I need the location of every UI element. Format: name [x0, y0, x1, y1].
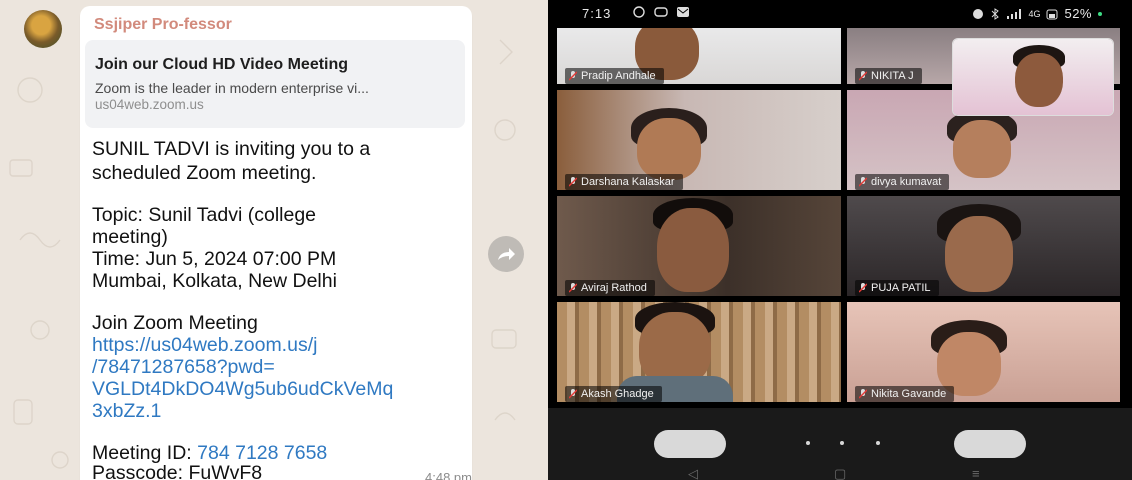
active-dot	[1098, 11, 1102, 16]
participant-name: PUJA PATIL	[871, 282, 931, 294]
participant-face	[945, 216, 1013, 292]
meeting-id-label: Meeting ID:	[92, 442, 198, 464]
mic-muted-icon	[859, 283, 867, 293]
messaging-icon	[633, 6, 645, 18]
join-label: Join Zoom Meeting	[92, 312, 258, 334]
mail-icon	[677, 7, 689, 17]
bottom-controls: ◁ ▢ ≡	[548, 408, 1132, 480]
passcode-line: Passcode: FuWvF8	[92, 462, 263, 480]
link-preview-card[interactable]: Join our Cloud HD Video Meeting Zoom is …	[85, 40, 465, 128]
page-dot-1	[806, 441, 810, 445]
network-type: 4G	[1028, 8, 1041, 19]
mic-muted-icon	[859, 177, 867, 187]
home-nav-icon[interactable]: ▢	[834, 466, 846, 480]
invite-line-1: SUNIL TADVI is inviting you to a	[92, 138, 371, 160]
meeting-link-line-1[interactable]: https://us04web.zoom.us/j	[92, 334, 317, 356]
participant-name: Nikita Gavande	[871, 388, 947, 400]
forward-arrow-icon	[498, 248, 515, 260]
participant-face	[639, 312, 711, 386]
participant-name: Aviraj Rathod	[581, 282, 647, 294]
participant-name-tag: Pradip Andhale	[565, 68, 664, 84]
video-tile-aviraj[interactable]: Aviraj Rathod	[557, 196, 841, 296]
participant-face	[953, 120, 1011, 178]
meeting-link-line-4[interactable]: 3xbZz.1	[92, 400, 161, 422]
timezone-line: Mumbai, Kolkata, New Delhi	[92, 270, 337, 292]
participant-face	[637, 118, 701, 180]
topic-line-1: Topic: Sunil Tadvi (college	[92, 204, 317, 226]
bluetooth-icon	[992, 7, 1000, 20]
invite-line-2: scheduled Zoom meeting.	[92, 162, 317, 184]
participant-name-tag: Darshana Kalaskar	[565, 174, 683, 190]
message-timestamp: 4:48 pm	[425, 470, 472, 480]
meeting-id-number[interactable]: 784 7128 7658	[197, 442, 327, 464]
left-control-pill[interactable]	[654, 430, 726, 458]
mic-muted-icon	[569, 71, 577, 81]
topic-line-2: meeting)	[92, 226, 168, 248]
system-status-icons: 4G 52%	[972, 6, 1102, 21]
participant-name-tag: Nikita Gavande	[855, 386, 955, 402]
meeting-link-line-3[interactable]: VGLDt4DkDO4Wg5ub6udCkVeMq	[92, 378, 393, 400]
battery-icon	[1046, 9, 1058, 19]
meeting-id-line: Meeting ID: 784 7128 7658	[92, 442, 327, 464]
participant-face	[657, 208, 729, 292]
participant-name-tag: PUJA PATIL	[855, 280, 939, 296]
forward-button[interactable]	[488, 236, 524, 272]
video-tile-pradip[interactable]: Pradip Andhale	[557, 28, 841, 84]
video-tile-darshana[interactable]: Darshana Kalaskar	[557, 90, 841, 190]
participant-name-tag: Akash Ghadge	[565, 386, 662, 402]
link-preview-domain: us04web.zoom.us	[95, 97, 204, 112]
mic-muted-icon	[859, 389, 867, 399]
recents-nav-icon[interactable]: ≡	[972, 466, 980, 480]
status-bar: 7:13 4G 52%	[548, 0, 1132, 28]
mic-muted-icon	[569, 177, 577, 187]
page-dot-2	[840, 441, 844, 445]
participant-name-tag: Aviraj Rathod	[565, 280, 655, 296]
back-nav-icon[interactable]: ◁	[688, 466, 698, 480]
participant-name: divya kumavat	[871, 176, 942, 188]
link-preview-description: Zoom is the leader in modern enterprise …	[95, 80, 369, 96]
signal-icon	[1007, 8, 1022, 19]
participant-name-tag: divya kumavat	[855, 174, 950, 190]
call-icon	[654, 7, 668, 17]
participant-name: NIKITA J	[871, 70, 914, 82]
message-bubble[interactable]: Ssjiper Pro-fessor Join our Cloud HD Vid…	[80, 6, 472, 480]
battery-percent: 52%	[1064, 6, 1092, 21]
phone-screenshot: 7:13 4G 52% Pradip Andhale NIKITA J Dars…	[548, 0, 1132, 480]
participant-name: Akash Ghadge	[581, 388, 654, 400]
time-line: Time: Jun 5, 2024 07:00 PM	[92, 248, 337, 270]
pip-face	[1015, 53, 1063, 107]
self-view-pip[interactable]	[952, 38, 1114, 116]
sender-avatar[interactable]	[24, 10, 62, 48]
alarm-icon	[973, 8, 984, 19]
participant-name: Pradip Andhale	[581, 70, 656, 82]
link-preview-title: Join our Cloud HD Video Meeting	[95, 56, 349, 73]
mic-muted-icon	[859, 71, 867, 81]
page-dot-3	[876, 441, 880, 445]
participant-name-tag: NIKITA J	[855, 68, 922, 84]
notification-icons	[632, 6, 690, 18]
sender-name[interactable]: Ssjiper Pro-fessor	[94, 16, 232, 34]
video-tile-nikita-gavande[interactable]: Nikita Gavande	[847, 302, 1120, 402]
participant-name: Darshana Kalaskar	[581, 176, 675, 188]
mic-muted-icon	[569, 283, 577, 293]
chat-panel: Ssjiper Pro-fessor Join our Cloud HD Vid…	[0, 0, 548, 480]
mic-muted-icon	[569, 389, 577, 399]
right-control-pill[interactable]	[954, 430, 1026, 458]
meeting-link-line-2[interactable]: /78471287658?pwd=	[92, 356, 275, 378]
status-clock: 7:13	[582, 6, 612, 21]
video-tile-akash[interactable]: Akash Ghadge	[557, 302, 841, 402]
video-tile-puja[interactable]: PUJA PATIL	[847, 196, 1120, 296]
